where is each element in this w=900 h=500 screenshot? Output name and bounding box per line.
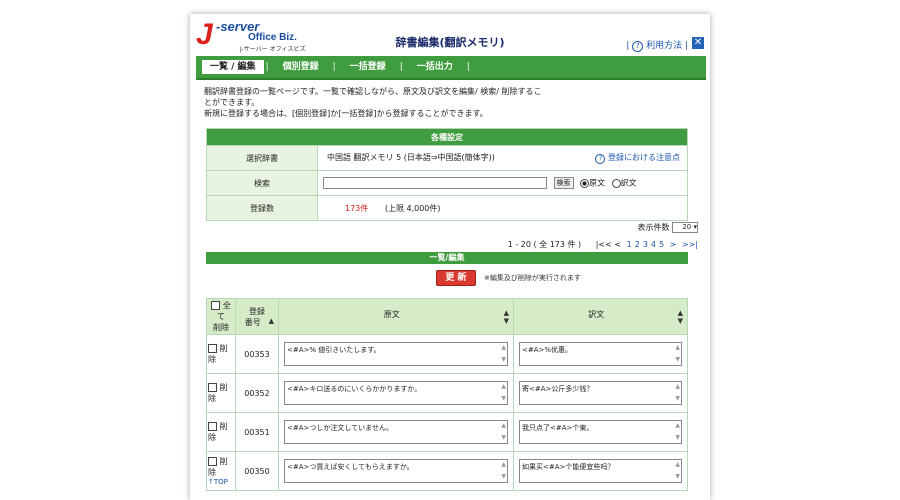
range-text: 1 - 20 ( 全 173 件 ) <box>507 240 582 249</box>
question-icon: ? <box>632 41 644 52</box>
per-page-select[interactable]: 20 ▾ <box>672 222 698 233</box>
update-button[interactable]: 更 新 <box>436 270 476 286</box>
search-label: 検索 <box>206 170 318 196</box>
tab-bar: 一覧 / 編集 | 個別登録 | 一括登録 | 一括出力 | <box>196 56 706 80</box>
header: J -server Office Biz. J-サーバー オフィスビズ 辞書編集… <box>190 14 710 56</box>
delete-checkbox[interactable] <box>208 422 217 431</box>
page-5[interactable]: 5 <box>659 240 664 249</box>
update-note: ※編集及び削除が実行されます <box>484 274 581 282</box>
settings-table: 各種設定 選択辞書 中国語 翻訳メモリ 5 (日本語⇒中国語(簡体字)) ? 登… <box>206 128 688 221</box>
table-row: 削除 ↑TOP 00350 <#A>つ買えば安くしてもらえますか。 ▲ ▼ 如果买<#… <box>206 451 688 491</box>
last-page[interactable]: >>| <box>682 240 698 249</box>
source-radio[interactable] <box>580 178 590 188</box>
list-heading: 一覧/編集 <box>206 252 688 264</box>
close-icon[interactable]: ✕ <box>692 37 704 49</box>
target-field[interactable]: 我只点了<#A>个東。 ▲ ▼ <box>519 420 682 444</box>
pager: 表示件数 20 ▾ 1 - 20 ( 全 173 件 ) |<< < 12345… <box>418 222 698 250</box>
source-field[interactable]: <#A>つしか注文していません。 ▲ ▼ <box>284 420 508 444</box>
target-field[interactable]: <#A>%优惠。 ▲ ▼ <box>519 342 682 366</box>
source-field[interactable]: <#A>つ買えば安くしてもらえますか。 ▲ ▼ <box>284 459 508 483</box>
next-page[interactable]: > <box>670 240 677 249</box>
table-row: 削除 00351 <#A>つしか注文していません。 ▲ ▼ 我只点了<#A>个東。 ▲… <box>206 412 688 452</box>
target-radio[interactable] <box>611 178 621 188</box>
source-header: 原文 ▲ ▼ <box>278 298 514 335</box>
question-icon: ? <box>595 154 606 164</box>
search-input[interactable] <box>323 177 547 189</box>
target-field[interactable]: 如果买<#A>个能便宜些吗？ ▲ ▼ <box>519 459 682 483</box>
delete-all-checkbox[interactable] <box>211 301 221 310</box>
target-header: 訳文 ▲ ▼ <box>513 298 688 335</box>
source-field[interactable]: <#A>% 値引きいたします。 ▲ ▼ <box>284 342 508 366</box>
settings-heading: 各種設定 <box>206 128 688 146</box>
source-field[interactable]: <#A>キロ送るのにいくらかかりますか。 ▲ ▼ <box>284 381 508 405</box>
page-4[interactable]: 4 <box>651 240 656 249</box>
count-value: 173件 <box>345 203 369 213</box>
page-3[interactable]: 3 <box>643 240 648 249</box>
prev-page[interactable]: < <box>614 240 621 249</box>
sort-icon[interactable]: ▲ ▼ <box>504 309 509 325</box>
count-limit: (上限 4,000件) <box>384 203 441 213</box>
delete-all-header: 全て 削除 <box>206 298 236 335</box>
update-row: 更 新 ※編集及び削除が実行されます <box>206 268 688 290</box>
top-link[interactable]: ↑TOP <box>208 478 234 486</box>
dict-label: 選択辞書 <box>206 145 318 171</box>
delete-checkbox[interactable] <box>208 457 217 466</box>
page-1[interactable]: 1 <box>627 240 632 249</box>
page-2[interactable]: 2 <box>635 240 640 249</box>
number-header: 登録 番号 ▲ <box>235 298 279 335</box>
target-field[interactable]: 寄<#A>公斤多少钱？ ▲ ▼ <box>519 381 682 405</box>
dict-value: 中国語 翻訳メモリ 5 (日本語⇒中国語(簡体字)) <box>327 153 495 162</box>
app-window: J -server Office Biz. J-サーバー オフィスビズ 辞書編集… <box>190 14 710 500</box>
tab-bulk-register[interactable]: 一括登録 <box>336 56 400 78</box>
table-row: 削除 00352 <#A>キロ送るのにいくらかかりますか。 ▲ ▼ 寄<#A>公斤多… <box>206 373 688 413</box>
tab-bulk-export[interactable]: 一括出力 <box>403 56 467 78</box>
entries-table: 全て 削除 登録 番号 ▲ 原文 ▲ ▼ 訳文 ▲ ▼ 削除 00353 <#A>% 値… <box>206 298 688 491</box>
sort-icon[interactable]: ▲ ▼ <box>678 309 683 325</box>
help-link[interactable]: | ? 利用方法 | <box>626 38 688 52</box>
count-label: 登録数 <box>206 195 318 221</box>
delete-checkbox[interactable] <box>208 344 217 353</box>
tab-list-edit[interactable]: 一覧 / 編集 <box>200 58 266 76</box>
per-page-label: 表示件数 <box>637 223 670 232</box>
table-row: 削除 00353 <#A>% 値引きいたします。 ▲ ▼ <#A>%优惠。 ▲ ▼ <box>206 334 688 374</box>
sort-icon[interactable]: ▲ <box>269 317 274 325</box>
delete-checkbox[interactable] <box>208 383 217 392</box>
first-page[interactable]: |<< <box>596 240 612 249</box>
intro-text: 翻訳辞書登録の一覧ページです。一覧で確認しながら、原文及び訳文を編集/ 検索/ … <box>204 87 542 118</box>
register-note-link[interactable]: ? 登録における注意点 <box>595 152 680 164</box>
search-button[interactable]: 検索 <box>553 177 574 189</box>
tab-individual-register[interactable]: 個別登録 <box>269 56 333 78</box>
